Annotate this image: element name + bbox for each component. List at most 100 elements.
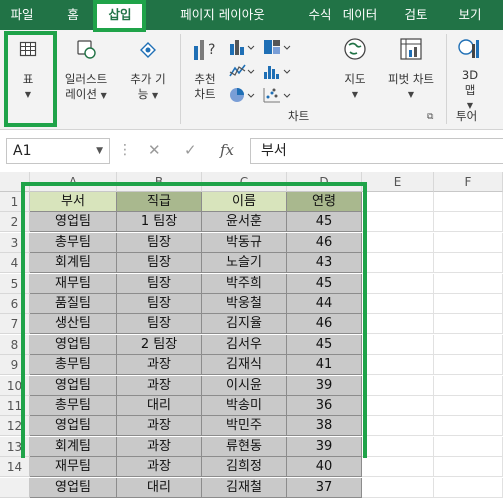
empty-cell[interactable] [362, 273, 434, 294]
column-header[interactable]: C [202, 172, 287, 192]
empty-cell[interactable] [362, 355, 434, 376]
table-header-cell[interactable]: 부서 [30, 192, 117, 212]
empty-cell[interactable] [362, 294, 434, 314]
select-all-corner[interactable] [0, 172, 30, 192]
empty-cell[interactable] [434, 355, 503, 376]
tab-data[interactable]: 데이터 [334, 0, 386, 30]
tab-home[interactable]: 홈 [58, 0, 88, 30]
tab-review[interactable]: 검토 [396, 0, 436, 30]
table-cell[interactable]: 김재철 [202, 477, 287, 498]
table-header-cell[interactable]: 직급 [117, 192, 202, 212]
empty-cell[interactable] [362, 375, 434, 396]
formula-input[interactable]: 부서 [250, 138, 503, 164]
table-cell[interactable]: 영업팀 [30, 334, 117, 355]
table-header-cell[interactable]: 연령 [287, 192, 362, 212]
empty-cell[interactable] [362, 212, 434, 233]
statistic-chart-button[interactable] [262, 62, 292, 84]
table-cell[interactable]: 영업팀 [30, 477, 117, 498]
row-header[interactable]: 12 [0, 416, 30, 437]
table-cell[interactable]: 류현동 [202, 436, 287, 457]
table-cell[interactable]: 윤서훈 [202, 212, 287, 233]
table-cell[interactable]: 총무팀 [30, 396, 117, 416]
table-cell[interactable]: 44 [287, 294, 362, 314]
tab-view[interactable]: 보기 [450, 0, 490, 30]
empty-cell[interactable] [362, 314, 434, 335]
column-header[interactable]: F [434, 172, 503, 192]
empty-cell[interactable] [434, 416, 503, 437]
table-cell[interactable]: 재무팀 [30, 457, 117, 478]
row-header[interactable]: 11 [0, 396, 30, 416]
tab-page-layout[interactable]: 페이지 레이아웃 [155, 0, 290, 30]
addins-button[interactable]: 추가 기 능 ▼ [122, 36, 174, 120]
table-cell[interactable]: 품질팀 [30, 294, 117, 314]
table-cell[interactable]: 45 [287, 212, 362, 233]
row-header[interactable]: 14 [0, 457, 30, 478]
empty-cell[interactable] [434, 273, 503, 294]
table-cell[interactable]: 총무팀 [30, 232, 117, 253]
table-cell[interactable]: 팀장 [117, 232, 202, 253]
column-header[interactable]: B [117, 172, 202, 192]
table-cell[interactable]: 이시윤 [202, 375, 287, 396]
row-header[interactable]: 10 [0, 375, 30, 396]
column-header[interactable]: A [30, 172, 117, 192]
empty-cell[interactable] [362, 436, 434, 457]
table-cell[interactable]: 영업팀 [30, 416, 117, 437]
tab-file[interactable]: 파일 [0, 0, 44, 30]
table-cell[interactable]: 박웅철 [202, 294, 287, 314]
line-chart-button[interactable] [228, 62, 256, 84]
column-chart-button[interactable] [228, 38, 256, 60]
empty-cell[interactable] [434, 396, 503, 416]
table-header-cell[interactable]: 이름 [202, 192, 287, 212]
empty-cell[interactable] [362, 477, 434, 498]
empty-cell[interactable] [362, 232, 434, 253]
table-cell[interactable]: 팀장 [117, 253, 202, 274]
row-header[interactable]: 13 [0, 436, 30, 457]
table-cell[interactable]: 38 [287, 416, 362, 437]
column-header[interactable]: D [287, 172, 362, 192]
table-cell[interactable]: 김재식 [202, 355, 287, 376]
table-cell[interactable]: 팀장 [117, 314, 202, 335]
column-header[interactable]: E [362, 172, 434, 192]
row-header[interactable]: 4 [0, 253, 30, 274]
map-button[interactable]: 지도 ▼ [336, 36, 374, 120]
table-cell[interactable]: 36 [287, 396, 362, 416]
row-header[interactable]: 7 [0, 314, 30, 335]
pie-chart-button[interactable] [228, 86, 256, 108]
row-header[interactable]: 5 [0, 273, 30, 294]
empty-cell[interactable] [434, 253, 503, 274]
table-cell[interactable]: 과장 [117, 457, 202, 478]
table-cell[interactable]: 2 팀장 [117, 334, 202, 355]
row-header[interactable]: 9 [0, 355, 30, 376]
table-button[interactable]: 표 ▼ [10, 36, 46, 120]
table-cell[interactable]: 40 [287, 457, 362, 478]
pivot-chart-button[interactable]: 피벗 차트 ▼ [380, 36, 442, 120]
table-cell[interactable]: 41 [287, 355, 362, 376]
empty-cell[interactable] [362, 416, 434, 437]
row-header[interactable] [0, 477, 30, 498]
table-cell[interactable]: 과장 [117, 416, 202, 437]
table-cell[interactable]: 과장 [117, 355, 202, 376]
table-cell[interactable]: 회계팀 [30, 436, 117, 457]
empty-cell[interactable] [362, 192, 434, 212]
table-cell[interactable]: 김서우 [202, 334, 287, 355]
illustrations-button[interactable]: 일러스트 레이션 ▼ [60, 36, 112, 120]
insert-function-icon[interactable]: fx [220, 141, 234, 159]
empty-cell[interactable] [434, 436, 503, 457]
enter-icon[interactable]: ✓ [184, 141, 197, 159]
table-cell[interactable]: 46 [287, 314, 362, 335]
row-header[interactable]: 8 [0, 334, 30, 355]
table-cell[interactable]: 37 [287, 477, 362, 498]
empty-cell[interactable] [434, 314, 503, 335]
row-header[interactable]: 6 [0, 294, 30, 314]
table-cell[interactable]: 영업팀 [30, 375, 117, 396]
table-cell[interactable]: 박주희 [202, 273, 287, 294]
empty-cell[interactable] [434, 334, 503, 355]
table-cell[interactable]: 43 [287, 253, 362, 274]
row-header[interactable]: 2 [0, 212, 30, 233]
empty-cell[interactable] [362, 253, 434, 274]
table-cell[interactable]: 영업팀 [30, 212, 117, 233]
table-cell[interactable]: 46 [287, 232, 362, 253]
hierarchy-chart-button[interactable] [262, 38, 292, 60]
recommended-charts-button[interactable]: ? 추천 차트 [184, 36, 226, 120]
empty-cell[interactable] [362, 334, 434, 355]
